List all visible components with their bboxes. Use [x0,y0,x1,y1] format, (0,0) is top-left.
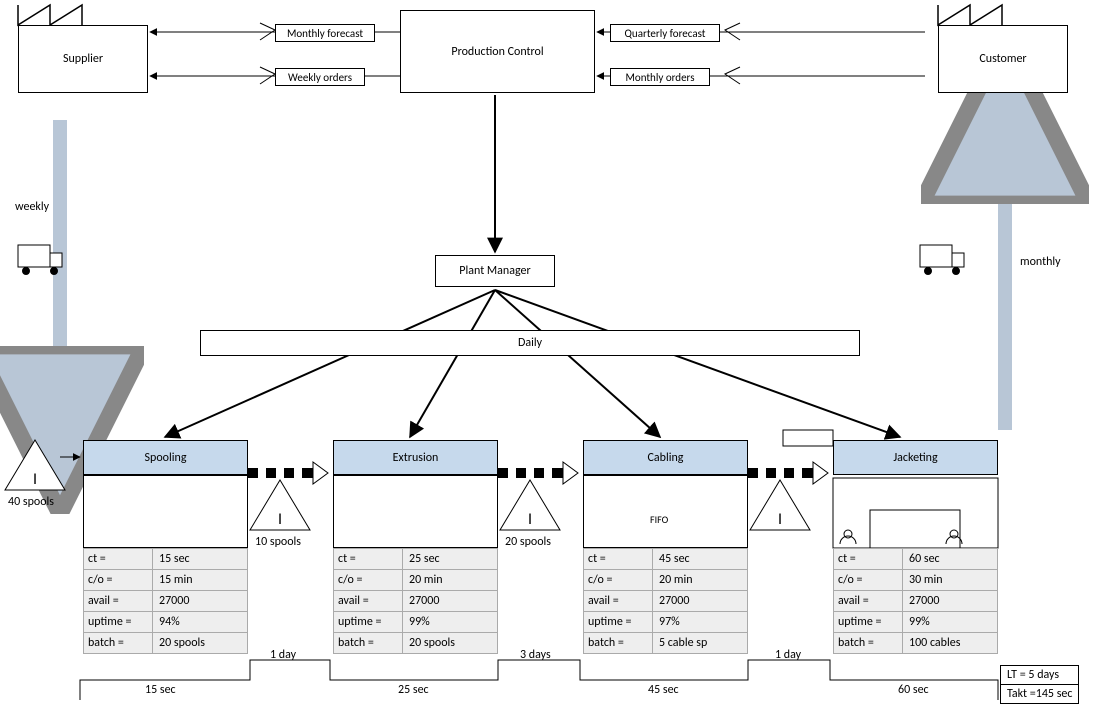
svg-text:I: I [278,510,282,529]
spooling-data: ct =15 sec c/o =15 min avail =27000 upti… [83,548,248,654]
lt-cell: LT = 5 days [1001,666,1079,685]
jacketing-data: ct =60 sec c/o =30 min avail =27000 upti… [833,548,998,654]
truck-icon [920,245,964,275]
process-extrusion: Extrusion [333,440,498,475]
production-control-box: Production Control [400,10,595,93]
push-arrow-icon [498,462,578,484]
process-body [583,475,748,548]
push-arrow-icon [248,462,328,484]
inventory-triangle-icon: I [500,480,560,530]
va-2: 25 sec [398,683,429,697]
operator-icon [840,530,856,544]
svg-text:I: I [528,510,532,529]
inventory-triangle-icon: I [250,480,310,530]
process-body [83,475,248,548]
inv-20-spools: 20 spools [505,535,551,549]
monthly-orders-tag: Monthly orders [610,68,710,86]
inv-10-spools: 10 spools [255,535,301,549]
wait-3: 1 day [775,648,801,662]
plant-manager-box: Plant Manager [435,255,555,287]
push-arrow-icon [748,462,828,484]
customer-box: Customer [938,25,1068,93]
customer-label: Customer [979,52,1026,66]
takt-cell: Takt =145 sec [1001,685,1079,704]
wait-1: 1 day [270,648,296,662]
quarterly-forecast-tag: Quarterly forecast [610,24,720,42]
extrusion-data: ct =25 sec c/o =20 min avail =27000 upti… [333,548,498,654]
cabling-data: ct =45 sec c/o =20 min avail =27000 upti… [583,548,748,654]
va-4: 60 sec [898,683,929,697]
customer-factory-icon [938,5,1002,25]
svg-text:I: I [33,470,37,489]
process-cabling: Cabling [583,440,748,475]
monthly-forecast-tag: Monthly forecast [275,24,375,42]
truck-icon [18,245,62,275]
supplier-label: Supplier [63,52,103,66]
supplier-box: Supplier [18,25,148,93]
inventory-triangle-icon: I [750,480,810,530]
va-3: 45 sec [648,683,679,697]
shipping-dock-icon [833,478,998,548]
summary-table: LT = 5 days Takt =145 sec [1000,665,1079,704]
inventory-triangle-icon: I [5,440,65,490]
weekly-ship-label: weekly [15,200,49,214]
wait-2: 3 days [520,648,551,662]
weekly-orders-tag: Weekly orders [275,68,365,86]
process-spooling: Spooling [83,440,248,475]
production-control-label: Production Control [451,45,543,59]
fifo-label: FIFO [650,513,668,526]
daily-bar: Daily [200,330,860,356]
process-jacketing: Jacketing [833,440,998,475]
supplier-factory-icon [18,5,82,25]
svg-text:I: I [778,510,782,529]
operator-icon [946,530,962,544]
va-1: 15 sec [145,683,176,697]
monthly-ship-label: monthly [1020,255,1061,269]
process-body [333,475,498,548]
supplier-inventory-label: 40 spools [8,495,54,509]
